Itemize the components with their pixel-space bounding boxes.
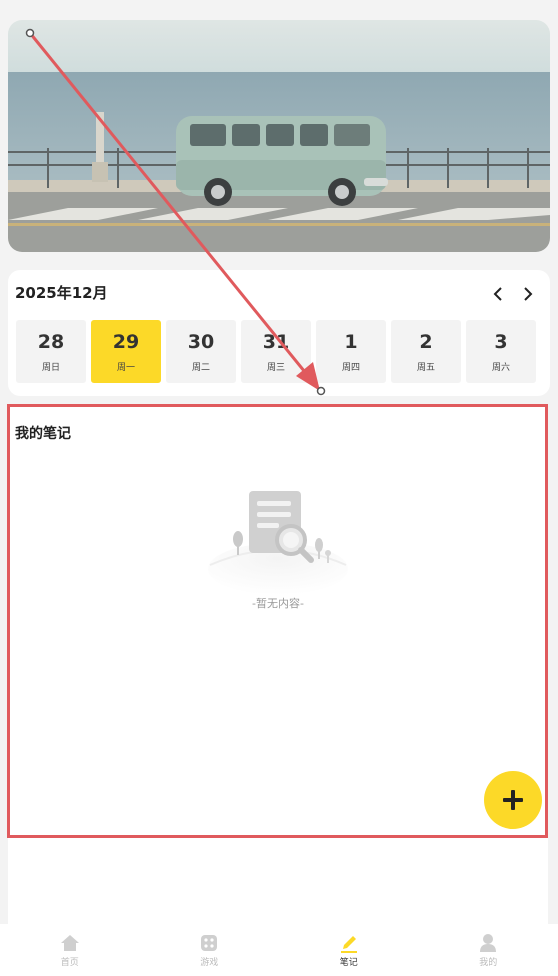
week-calendar: 2025年12月 28 周日 29 周一 30 周二 31 周三 1 周四 2 …	[8, 270, 550, 396]
day-item[interactable]: 30 周二	[166, 320, 236, 383]
day-item-selected[interactable]: 29 周一	[91, 320, 161, 383]
tab-notes[interactable]: 笔记	[279, 924, 419, 976]
day-weekday: 周一	[116, 363, 135, 373]
seaside-van-photo	[8, 20, 550, 252]
notes-title: 我的笔记	[15, 426, 71, 442]
calendar-nav	[490, 284, 536, 304]
day-number: 31	[262, 331, 290, 353]
empty-state-text: -暂无内容-	[252, 597, 304, 610]
tab-label: 笔记	[339, 957, 358, 968]
home-icon	[60, 933, 80, 953]
bottom-tab-bar: 首页 游戏 笔记 我的	[0, 924, 558, 976]
tab-home[interactable]: 首页	[0, 924, 140, 976]
empty-state: -暂无内容-	[208, 487, 348, 612]
day-weekday: 周五	[416, 363, 435, 373]
day-weekday: 周四	[341, 363, 360, 373]
calendar-month-title: 2025年12月	[15, 284, 108, 302]
add-note-button[interactable]	[484, 771, 542, 829]
day-number: 1	[344, 331, 358, 353]
day-number: 28	[37, 331, 65, 353]
empty-document-icon	[208, 491, 348, 595]
day-list: 28 周日 29 周一 30 周二 31 周三 1 周四 2 周五 3 周六	[16, 320, 536, 383]
tab-label: 我的	[479, 957, 498, 968]
day-weekday: 周三	[266, 363, 285, 373]
day-weekday: 周六	[491, 363, 510, 373]
app-screen: 2025年12月 28 周日 29 周一 30 周二 31 周三 1 周四 2 …	[0, 0, 558, 976]
banner-image[interactable]	[8, 20, 550, 252]
day-item[interactable]: 2 周五	[391, 320, 461, 383]
chevron-right-icon[interactable]	[520, 284, 536, 304]
day-number: 3	[494, 331, 508, 353]
dice-icon	[199, 933, 219, 953]
day-item[interactable]: 1 周四	[316, 320, 386, 383]
day-number: 2	[419, 331, 433, 353]
tab-games[interactable]: 游戏	[140, 924, 280, 976]
day-weekday: 周二	[191, 363, 210, 373]
plus-icon	[503, 790, 523, 810]
tab-profile[interactable]: 我的	[419, 924, 558, 976]
tab-label: 首页	[60, 957, 79, 968]
day-item[interactable]: 28 周日	[16, 320, 86, 383]
day-item[interactable]: 31 周三	[241, 320, 311, 383]
user-icon	[478, 933, 498, 953]
notes-panel: 我的笔记 -暂无内容-	[8, 405, 548, 925]
day-weekday: 周日	[41, 363, 60, 373]
chevron-left-icon[interactable]	[490, 284, 506, 304]
tab-label: 游戏	[200, 957, 219, 968]
pencil-icon	[339, 933, 359, 953]
day-number: 30	[187, 331, 215, 353]
day-number: 29	[112, 331, 140, 353]
day-item[interactable]: 3 周六	[466, 320, 536, 383]
